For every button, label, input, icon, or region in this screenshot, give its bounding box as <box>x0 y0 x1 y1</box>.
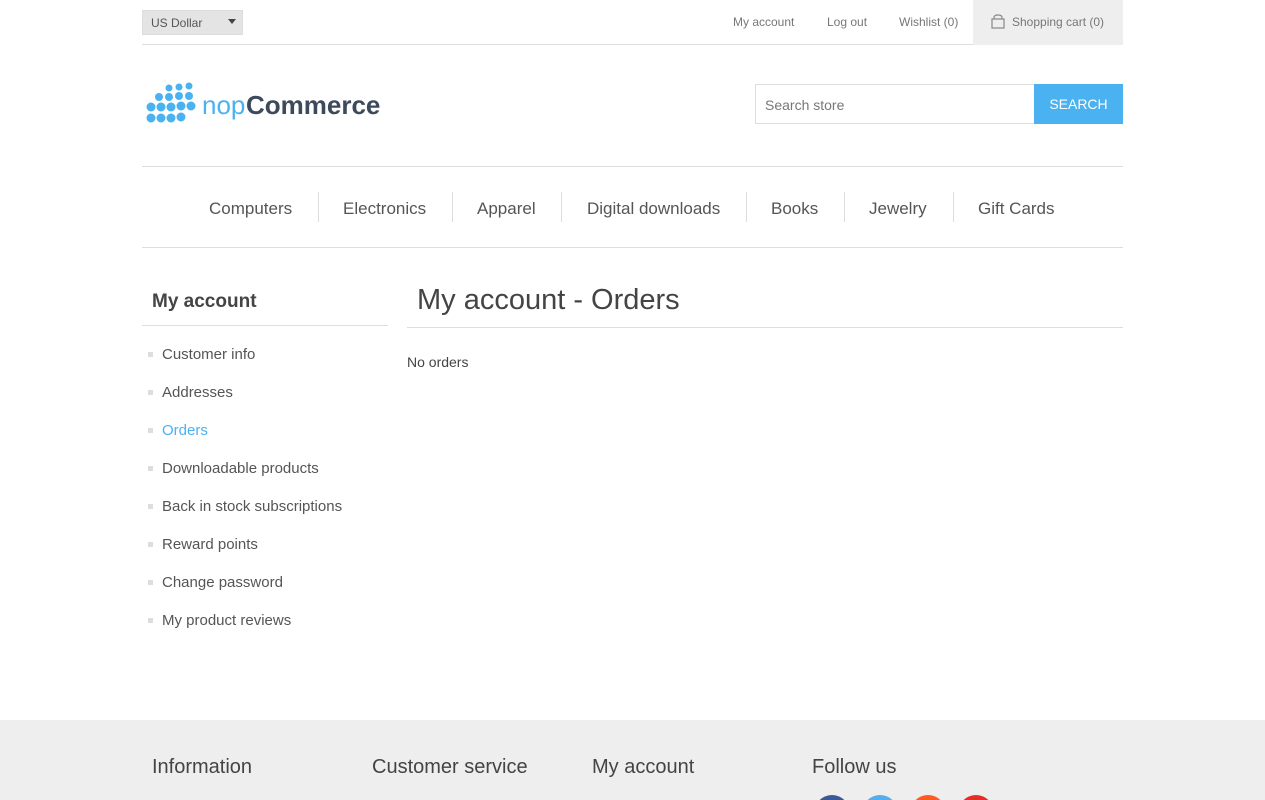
youtube-icon[interactable] <box>958 795 994 800</box>
nopcommerce-logo-icon: nop Commerce <box>146 82 380 123</box>
sidebar-title: My account <box>142 277 388 326</box>
footer-title-my-account: My account <box>592 756 695 778</box>
menu-item-apparel[interactable]: Apparel <box>477 199 536 219</box>
sidebar-item-reward-points[interactable]: Reward points <box>142 533 388 557</box>
search-placeholder: Search store <box>765 97 845 113</box>
logo-text-commerce: Commerce <box>246 90 380 120</box>
shopping-cart-link[interactable]: Shopping cart (0) <box>973 0 1123 45</box>
sidebar-item-orders[interactable]: Orders <box>142 419 388 443</box>
sidebar-item-downloadable-products[interactable]: Downloadable products <box>142 457 388 481</box>
sidebar-item-label: Orders <box>162 422 208 439</box>
footer-title-customer-service: Customer service <box>372 756 528 778</box>
bullet-icon <box>148 580 153 585</box>
sidebar-item-addresses[interactable]: Addresses <box>142 381 388 405</box>
sidebar-item-label: Back in stock subscriptions <box>162 498 343 515</box>
sidebar-item-back-in-stock-subscriptions[interactable]: Back in stock subscriptions <box>142 495 388 519</box>
bullet-icon <box>148 428 153 433</box>
search-input[interactable]: Search store <box>755 84 1035 124</box>
sidebar-item-customer-info[interactable]: Customer info <box>142 343 388 367</box>
menu-item-digital-downloads[interactable]: Digital downloads <box>587 199 720 219</box>
sidebar-item-label: Reward points <box>162 536 258 553</box>
bullet-icon <box>148 542 153 547</box>
menu-divider <box>561 192 562 222</box>
search-button[interactable]: Search <box>1034 84 1123 124</box>
no-orders-message: No orders <box>407 354 469 370</box>
bullet-icon <box>148 504 153 509</box>
menu-item-computers[interactable]: Computers <box>209 199 292 219</box>
sidebar-item-label: My product reviews <box>162 612 292 629</box>
menu-divider <box>746 192 747 222</box>
shopping-cart-label: Shopping cart (0) <box>1012 15 1105 29</box>
page-title: My account - Orders <box>407 278 1123 328</box>
footer: Information Customer service My account … <box>0 720 1265 800</box>
header-links-bar: US Dollar My account Log out Wishlist (0… <box>142 0 1123 45</box>
sidebar-item-label: Change password <box>162 574 283 591</box>
menu-divider <box>452 192 453 222</box>
logo-text-nop: nop <box>202 90 245 120</box>
my-account-link[interactable]: My account <box>733 15 794 29</box>
menu-divider <box>318 192 319 222</box>
twitter-icon[interactable] <box>862 795 898 800</box>
sidebar-title-text: My account <box>152 291 257 312</box>
currency-value: US Dollar <box>151 16 203 30</box>
sidebar-item-my-product-reviews[interactable]: My product reviews <box>142 609 388 633</box>
menu-item-gift-cards[interactable]: Gift Cards <box>978 199 1055 219</box>
bullet-icon <box>148 618 153 623</box>
menu-item-books[interactable]: Books <box>771 199 818 219</box>
currency-selector[interactable]: US Dollar <box>142 10 243 35</box>
sidebar-item-label: Addresses <box>162 384 233 401</box>
sidebar-item-label: Customer info <box>162 346 256 363</box>
bullet-icon <box>148 466 153 471</box>
bullet-icon <box>148 352 153 357</box>
log-out-link[interactable]: Log out <box>827 15 867 29</box>
menu-divider <box>953 192 954 222</box>
top-menu: Computers Electronics Apparel Digital do… <box>142 166 1123 248</box>
wishlist-link[interactable]: Wishlist (0) <box>899 15 958 29</box>
menu-item-electronics[interactable]: Electronics <box>343 199 426 219</box>
chevron-down-icon <box>228 19 236 24</box>
bullet-icon <box>148 390 153 395</box>
facebook-icon[interactable] <box>814 795 850 800</box>
store-logo[interactable]: nop Commerce <box>145 82 395 133</box>
rss-icon[interactable] <box>910 795 946 800</box>
shopping-bag-icon <box>991 14 1005 29</box>
menu-item-jewelry[interactable]: Jewelry <box>869 199 927 219</box>
sidebar-item-label: Downloadable products <box>162 460 319 477</box>
footer-title-follow-us: Follow us <box>812 756 897 778</box>
sidebar-item-change-password[interactable]: Change password <box>142 571 388 595</box>
page-title-text: My account - Orders <box>417 284 680 316</box>
menu-divider <box>844 192 845 222</box>
footer-title-information: Information <box>152 756 253 778</box>
